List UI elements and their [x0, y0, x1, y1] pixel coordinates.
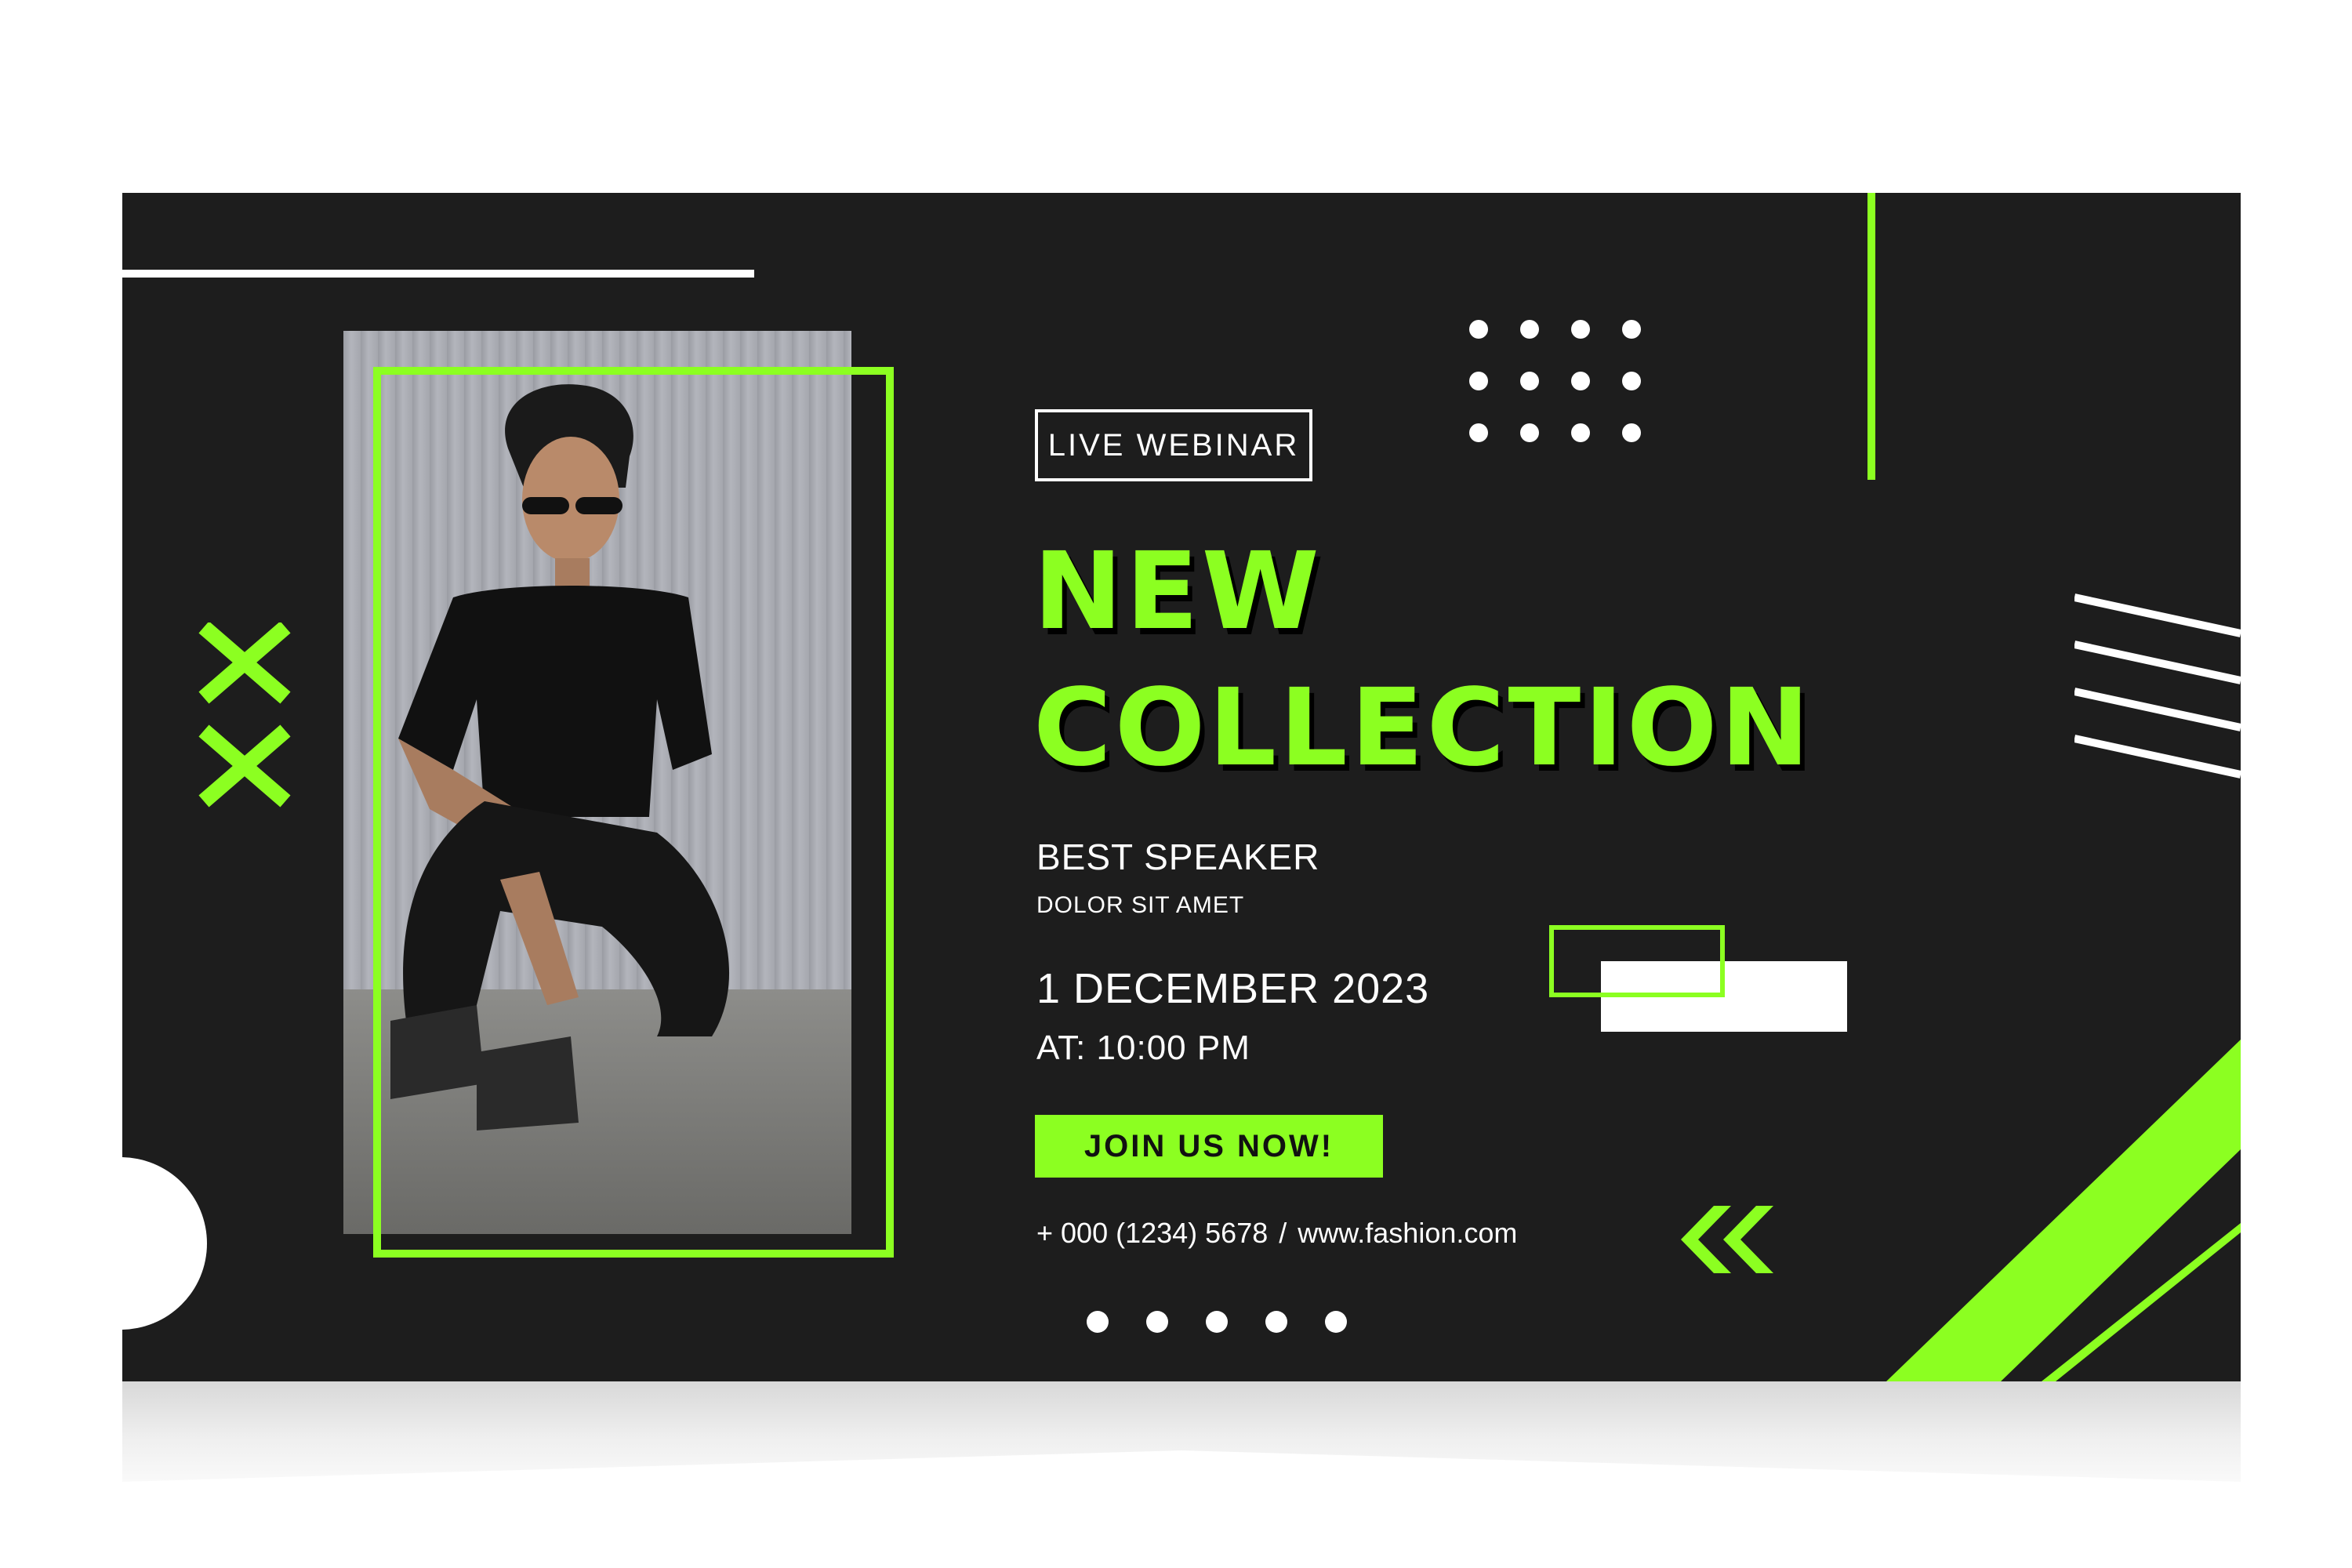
card-shadow — [122, 1381, 2241, 1482]
event-time: AT: 10:00 PM — [1036, 1029, 1250, 1067]
decor-diagonal-stripes — [2074, 593, 2241, 779]
decor-green-outline-block — [1549, 925, 1725, 997]
webinar-banner: LIVE WEBINAR NEW COLLECTION BEST SPEAKER… — [122, 193, 2241, 1381]
photo-green-frame — [373, 367, 894, 1258]
join-us-button[interactable]: JOIN US NOW! — [1035, 1115, 1383, 1178]
dot-grid-icon — [1469, 320, 1641, 442]
live-webinar-badge: LIVE WEBINAR — [1035, 409, 1312, 481]
headline-line-2: COLLECTION — [1033, 666, 1813, 790]
decor-green-vertical-line — [1867, 193, 1875, 480]
headline-line-1: NEW — [1033, 530, 1323, 654]
phone-number: + 000 (1234) 5678 — [1036, 1217, 1269, 1249]
speaker-subtitle: DOLOR SIT AMET — [1036, 892, 1245, 918]
event-date: 1 DECEMBER 2023 — [1036, 965, 1430, 1012]
x-mark-icon — [198, 622, 291, 808]
pagination-dots — [1087, 1311, 1347, 1333]
double-chevron-left-icon — [1681, 1206, 1773, 1273]
website-link[interactable]: www.fashion.com — [1298, 1217, 1517, 1250]
decor-white-line — [122, 270, 754, 278]
decor-white-half-circle — [122, 1157, 207, 1330]
decor-green-diagonal — [1886, 1040, 2241, 1381]
contact-separator: / — [1279, 1217, 1287, 1249]
contact-line: + 000 (1234) 5678 / www.fashion.com — [1036, 1217, 1517, 1250]
speaker-title: BEST SPEAKER — [1036, 837, 1320, 877]
